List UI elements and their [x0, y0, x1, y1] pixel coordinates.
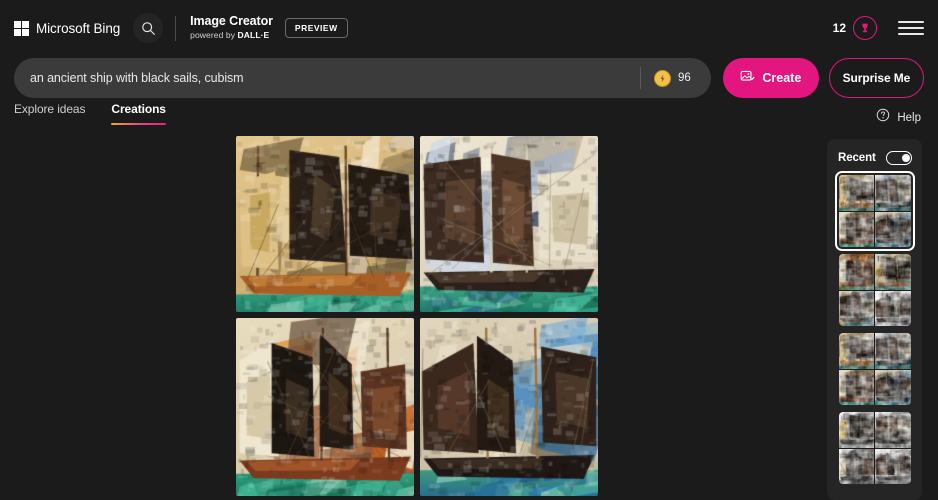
recent-thumb — [875, 254, 911, 290]
recent-thumb — [875, 333, 911, 369]
rewards-button[interactable]: 12 — [833, 16, 877, 40]
rewards-trophy-icon — [853, 16, 877, 40]
recent-set-2[interactable] — [838, 254, 911, 326]
generated-image-2[interactable] — [420, 136, 598, 312]
toggle-knob — [901, 153, 910, 162]
recent-list — [827, 171, 922, 484]
recent-set-3[interactable] — [838, 333, 911, 405]
create-image-icon — [740, 69, 756, 87]
toggle-switch-on[interactable] — [886, 151, 912, 165]
create-glyph — [741, 70, 756, 81]
recent-thumb — [838, 254, 874, 290]
header-divider — [175, 15, 177, 41]
surprise-me-button[interactable]: Surprise Me — [828, 58, 924, 98]
help-label: Help — [897, 111, 921, 124]
recent-header: Recent — [827, 148, 922, 168]
generated-results-grid — [236, 136, 598, 496]
hamburger-menu-icon[interactable] — [898, 15, 924, 41]
search-icon[interactable] — [133, 13, 164, 43]
product-title: Image Creator — [190, 14, 273, 29]
recent-panel: Recent — [827, 139, 922, 500]
prompt-input-container: 96 — [14, 58, 711, 98]
create-button[interactable]: Create — [722, 58, 819, 98]
powered-by-text: powered by — [190, 30, 238, 41]
generated-image-1-canvas — [236, 136, 414, 312]
recent-set-1[interactable] — [834, 171, 915, 251]
recent-thumb — [875, 448, 911, 484]
recent-thumb — [875, 412, 911, 448]
recent-title: Recent — [838, 152, 876, 164]
tab-list: Explore ideas Creations — [14, 102, 167, 125]
rewards-count: 12 — [832, 21, 846, 35]
recent-thumb — [838, 175, 874, 211]
tabs-row: Explore ideas Creations Help — [0, 102, 938, 130]
recent-thumb — [838, 290, 874, 326]
recent-set-4[interactable] — [838, 412, 911, 484]
product-identity: Image Creator powered by DALL·E — [190, 15, 273, 40]
recent-thumb — [838, 211, 874, 247]
generated-image-4[interactable] — [420, 318, 598, 496]
recent-thumb — [838, 448, 874, 484]
lightning-glyph — [660, 74, 665, 82]
help-link[interactable]: Help — [876, 108, 921, 127]
boost-coin-icon — [654, 69, 672, 87]
create-button-label: Create — [762, 71, 802, 85]
image-creator-app: Microsoft Bing Image Creator powered by … — [0, 0, 938, 500]
recent-thumb — [838, 333, 874, 369]
app-header: Microsoft Bing Image Creator powered by … — [0, 0, 938, 56]
brand-label: Microsoft Bing — [36, 20, 121, 36]
generated-image-2-canvas — [420, 136, 598, 312]
recent-thumb — [875, 290, 911, 326]
header-actions: 12 — [833, 15, 924, 41]
prompt-input[interactable] — [14, 58, 641, 98]
question-circle-icon — [876, 108, 890, 127]
recent-thumb — [838, 369, 874, 405]
boost-counter[interactable]: 96 — [641, 69, 711, 87]
search-glyph — [141, 21, 155, 35]
microsoft-logo-icon — [14, 20, 29, 36]
bing-brand[interactable]: Microsoft Bing — [14, 14, 120, 42]
prompt-bar: 96 Create Surprise Me — [14, 56, 924, 100]
tab-creations[interactable]: Creations — [111, 102, 167, 125]
generated-image-1[interactable] — [236, 136, 414, 312]
recent-thumb — [875, 211, 911, 247]
product-subtitle: powered by DALL·E — [190, 31, 273, 40]
dalle-label: DALL·E — [237, 30, 270, 41]
generated-image-3[interactable] — [236, 318, 414, 496]
recent-thumb — [838, 412, 874, 448]
recent-thumb — [875, 175, 911, 211]
recent-thumb — [875, 369, 911, 405]
trophy-glyph — [862, 23, 868, 33]
preview-badge[interactable]: PREVIEW — [284, 18, 348, 38]
tab-explore-ideas[interactable]: Explore ideas — [14, 102, 86, 125]
boost-count: 96 — [678, 72, 691, 84]
generated-image-4-canvas — [420, 318, 598, 496]
generated-image-3-canvas — [236, 318, 414, 496]
question-glyph — [877, 108, 890, 122]
